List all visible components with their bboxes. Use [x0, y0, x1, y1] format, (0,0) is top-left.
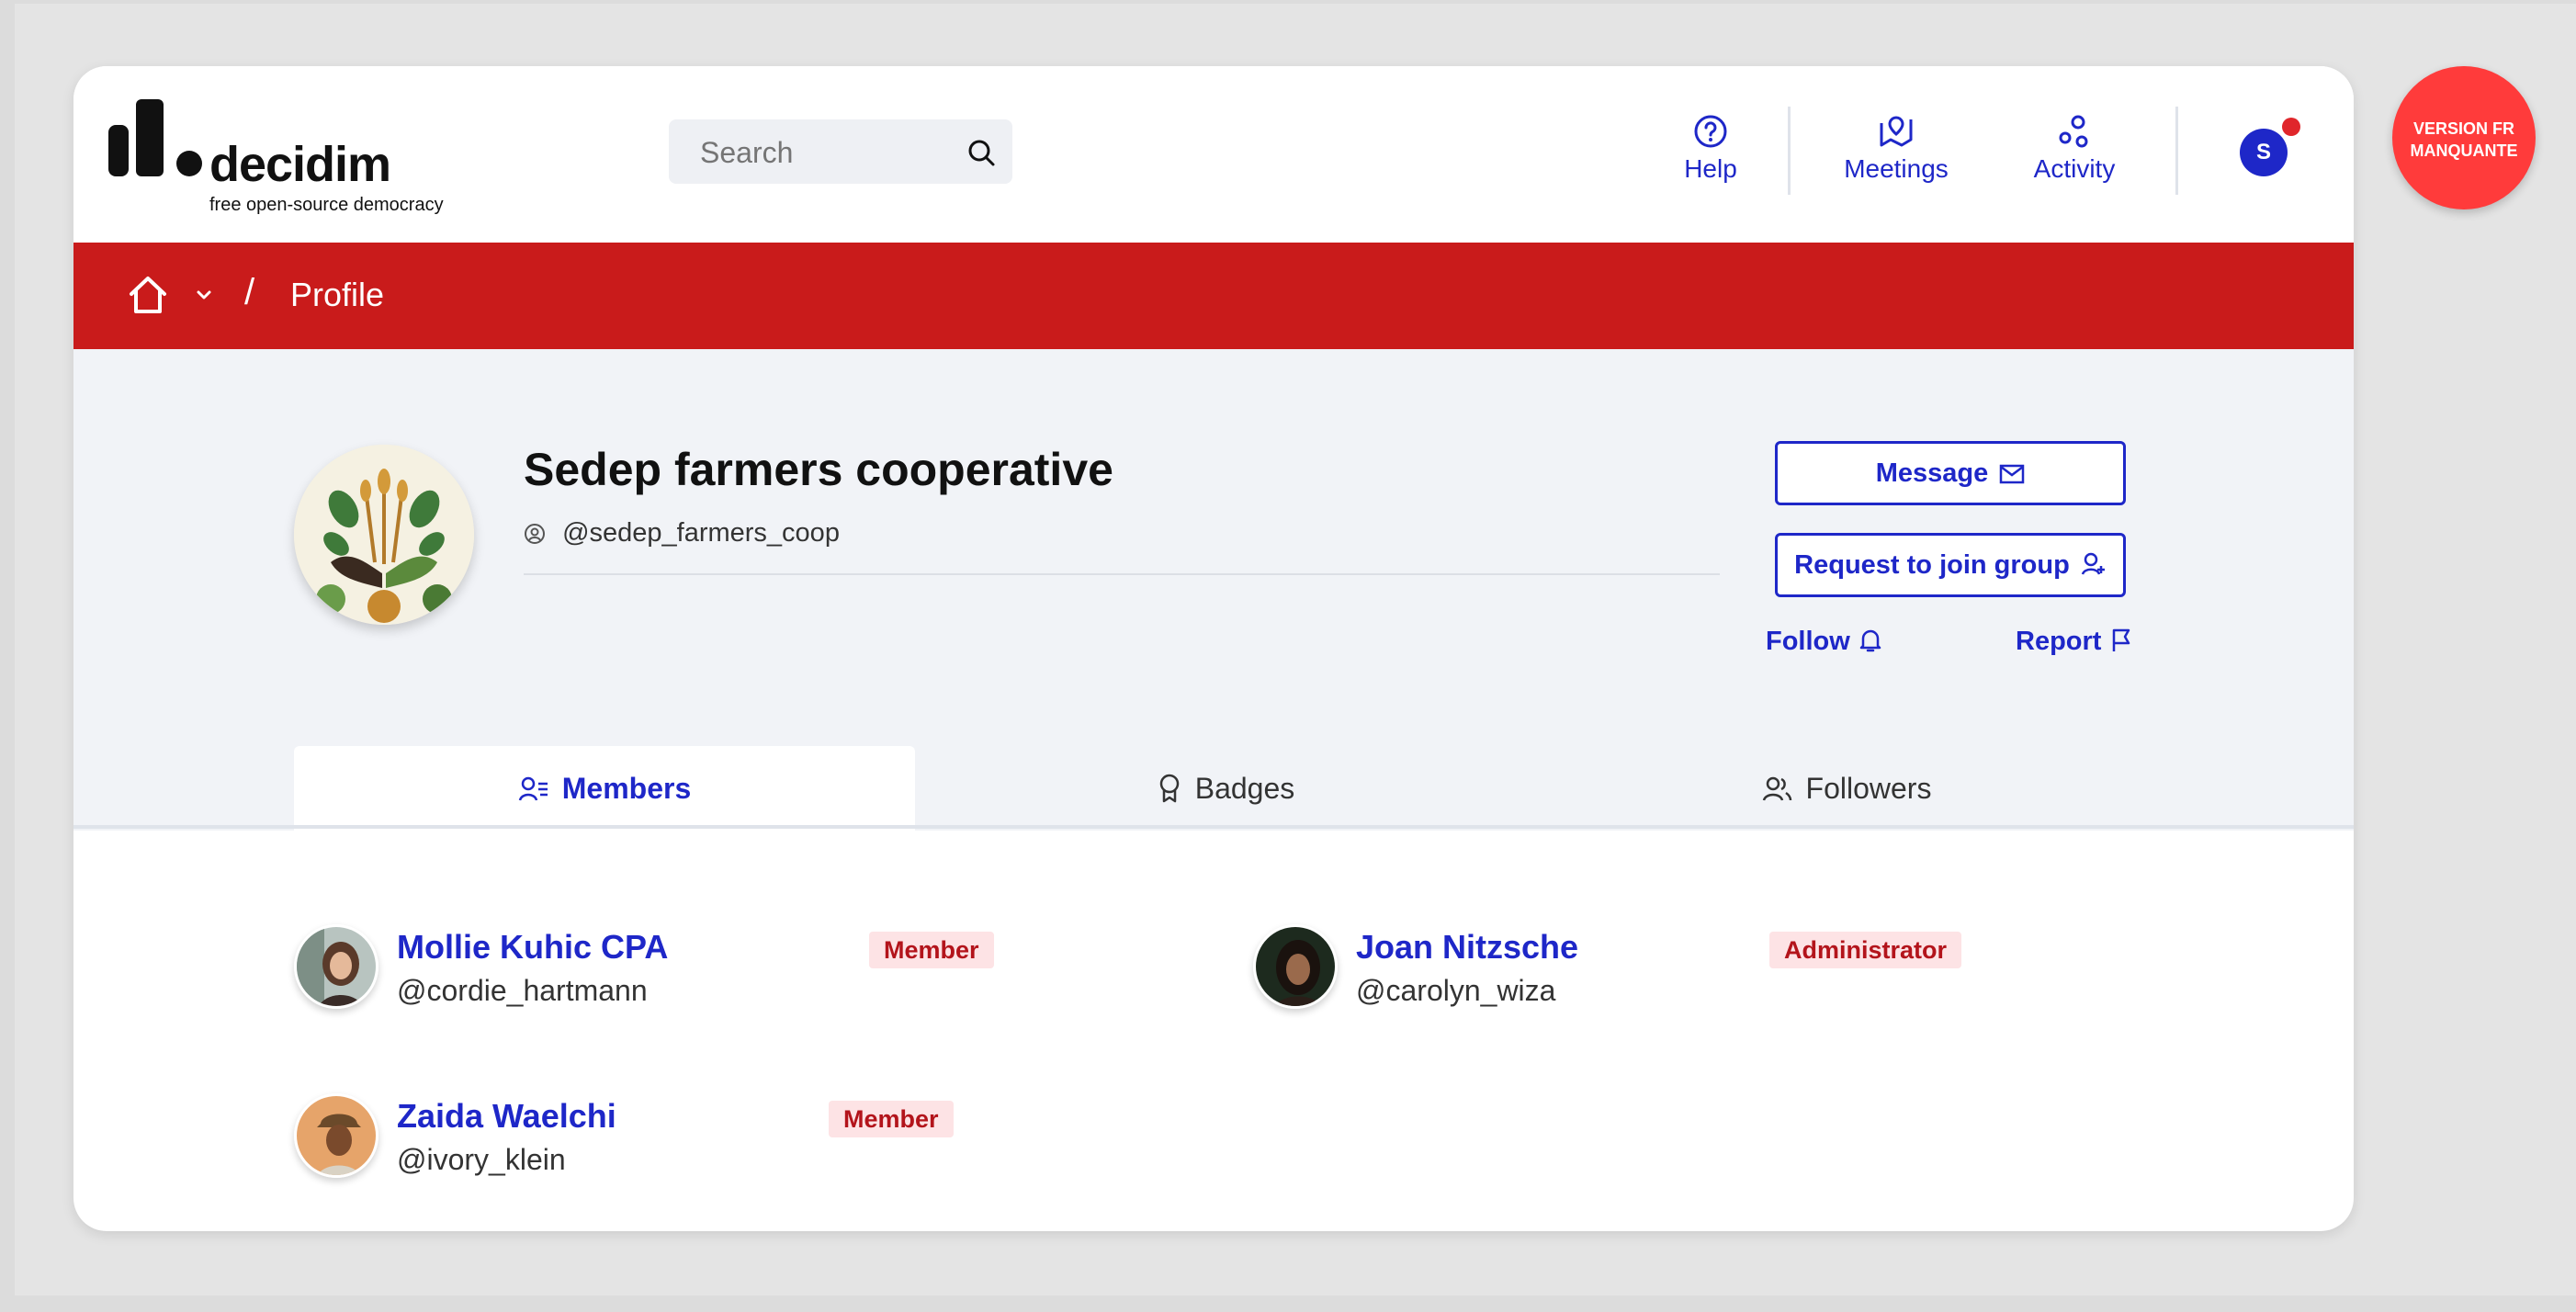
flag-icon [2113, 628, 2130, 651]
message-button[interactable]: Message [1775, 441, 2126, 505]
message-button-label: Message [1875, 458, 1989, 488]
member-avatar[interactable] [1253, 924, 1338, 1009]
logo-tagline: free open-source democracy [209, 195, 444, 215]
member-name[interactable]: Mollie Kuhic CPA [397, 928, 668, 967]
nav-help-label: Help [1684, 154, 1737, 183]
member-card[interactable]: Mollie Kuhic CPA Member @cordie_hartmann [294, 924, 1121, 1012]
badge-line-2: MANQUANTE [2410, 141, 2518, 160]
member-handle: @cordie_hartmann [397, 974, 648, 1007]
breadcrumb-current: Profile [290, 276, 385, 313]
member-card[interactable]: Zaida Waelchi Member @ivory_klein [294, 1093, 1121, 1182]
main-card: decidim free open-source democracy Help [73, 66, 2354, 1231]
group-handle: @sedep_farmers_coop [562, 518, 840, 548]
member-photo [297, 927, 376, 1006]
logo-word: decidim [209, 137, 391, 192]
follow-label: Follow [1766, 627, 1850, 656]
tab-underline [73, 825, 2354, 829]
chevron-down-icon[interactable] [195, 288, 213, 301]
nav-activity-label: Activity [2033, 154, 2116, 183]
activity-icon [2059, 115, 2088, 148]
breadcrumb: / Profile [73, 243, 2354, 349]
tab-badges-label: Badges [1194, 772, 1295, 805]
add-user-icon [2081, 552, 2105, 575]
group-name: Sedep farmers cooperative [524, 444, 1113, 495]
search-icon[interactable] [966, 138, 996, 167]
badge-icon [1159, 774, 1179, 803]
nav-meetings-label: Meetings [1844, 154, 1949, 183]
tab-badges[interactable]: Badges [915, 746, 1536, 831]
member-name[interactable]: Zaida Waelchi [397, 1097, 616, 1136]
nav-help[interactable]: Help [1674, 114, 1747, 202]
user-circle-icon [525, 524, 545, 544]
member-role-badge: Member [869, 932, 994, 968]
home-icon[interactable] [127, 274, 169, 316]
search-box [669, 119, 1012, 186]
tab-members[interactable]: Members [294, 746, 915, 831]
report-button[interactable]: Report [2016, 627, 2132, 657]
member-handle: @ivory_klein [397, 1143, 566, 1176]
member-photo [297, 1096, 376, 1175]
breadcrumb-separator: / [244, 272, 255, 312]
member-role-badge: Member [829, 1101, 954, 1137]
help-icon [1694, 115, 1727, 148]
followers-icon [1762, 776, 1791, 801]
follow-button[interactable]: Follow [1766, 627, 1881, 657]
badge-line-1: VERSION FR [2412, 119, 2514, 138]
wheat-hands-logo [294, 445, 474, 625]
group-avatar [294, 445, 474, 625]
nav-meetings[interactable]: Meetings [1841, 114, 1951, 202]
member-name[interactable]: Joan Nitzsche [1356, 928, 1578, 967]
tab-followers[interactable]: Followers [1536, 746, 2157, 831]
notification-dot [2282, 118, 2300, 136]
nav-activity[interactable]: Activity [2025, 114, 2124, 202]
tab-members-label: Members [561, 772, 692, 805]
tab-followers-label: Followers [1805, 772, 1932, 805]
report-label: Report [2016, 627, 2102, 656]
bell-icon [1859, 629, 1881, 652]
profile-divider [524, 573, 1720, 575]
envelope-icon [2000, 464, 2025, 484]
member-role-badge: Administrator [1769, 932, 1962, 968]
missing-translation-badge: VERSION FR MANQUANTE [2392, 66, 2536, 209]
user-menu-avatar[interactable]: S [2240, 129, 2288, 176]
members-list-icon [518, 776, 548, 801]
nav-divider [2175, 107, 2178, 195]
member-photo [1256, 927, 1335, 1006]
member-avatar[interactable] [294, 1093, 378, 1178]
logo-mark-icon [108, 99, 202, 176]
request-join-button[interactable]: Request to join group [1775, 533, 2126, 597]
site-header: decidim free open-source democracy Help [73, 66, 2354, 243]
nav-divider [1788, 107, 1791, 195]
member-avatar[interactable] [294, 924, 378, 1009]
member-card[interactable]: Joan Nitzsche Administrator @carolyn_wiz… [1253, 924, 2080, 1012]
decidim-logo[interactable]: decidim free open-source democracy [108, 99, 458, 215]
search-input[interactable] [669, 119, 977, 186]
meetings-icon [1880, 116, 1913, 147]
group-handle-row: @sedep_farmers_coop [524, 518, 840, 549]
request-join-label: Request to join group [1794, 550, 2070, 580]
member-handle: @carolyn_wiza [1356, 974, 1556, 1007]
